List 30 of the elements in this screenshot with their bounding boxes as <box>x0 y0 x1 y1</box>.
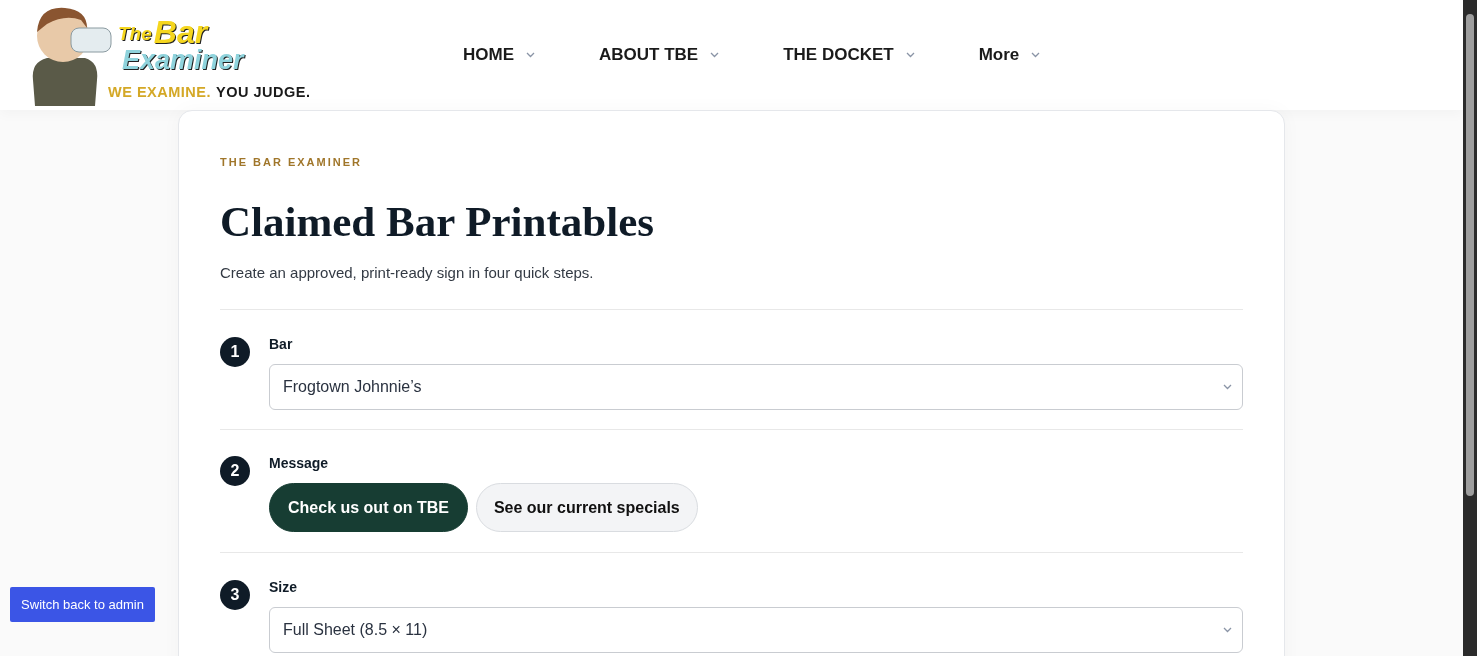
nav-link[interactable]: THE DOCKET <box>783 42 915 68</box>
dropdown-field[interactable]: Full Sheet (8.5 × 11) <box>269 607 1243 653</box>
page-title: Claimed Bar Printables <box>220 197 655 247</box>
subtitle-text: Create an approved, print-ready sign in four quick steps. <box>220 263 595 283</box>
logo-text: Examiner <box>122 46 244 74</box>
switch-to-admin-button[interactable]: Switch back to admin <box>10 587 155 622</box>
message-option[interactable]: Check us out on TBE <box>269 483 468 532</box>
step-number: 2 <box>220 456 250 486</box>
tagline-text: YOU JUDGE. <box>216 83 311 102</box>
step-label: Message <box>269 454 330 472</box>
nav-link[interactable]: ABOUT TBE <box>599 42 720 68</box>
logo-text: The <box>118 21 152 46</box>
step-number: 1 <box>220 337 250 367</box>
chevron-down-icon <box>1223 384 1232 390</box>
message-option[interactable]: See our current specials <box>475 483 698 532</box>
chevron-down-icon <box>1031 52 1041 58</box>
eyebrow-text: THE BAR EXAMINER <box>220 155 363 170</box>
step-number: 3 <box>220 580 250 610</box>
scrollbar[interactable] <box>1463 0 1477 656</box>
nav-link[interactable]: More <box>978 42 1041 68</box>
chevron-down-icon <box>526 52 535 58</box>
chevron-down-icon <box>710 52 720 58</box>
chevron-down-icon <box>905 52 915 58</box>
tagline-highlight: WE EXAMINE. <box>108 83 211 102</box>
step-label: Size <box>269 578 298 596</box>
logo-text: Bar <box>153 16 208 48</box>
dropdown-field[interactable]: Frogtown Johnnie’s <box>269 364 1243 410</box>
step-label: Bar <box>269 335 294 353</box>
nav-link[interactable]: HOME <box>463 42 535 68</box>
chevron-down-icon <box>1223 627 1232 633</box>
